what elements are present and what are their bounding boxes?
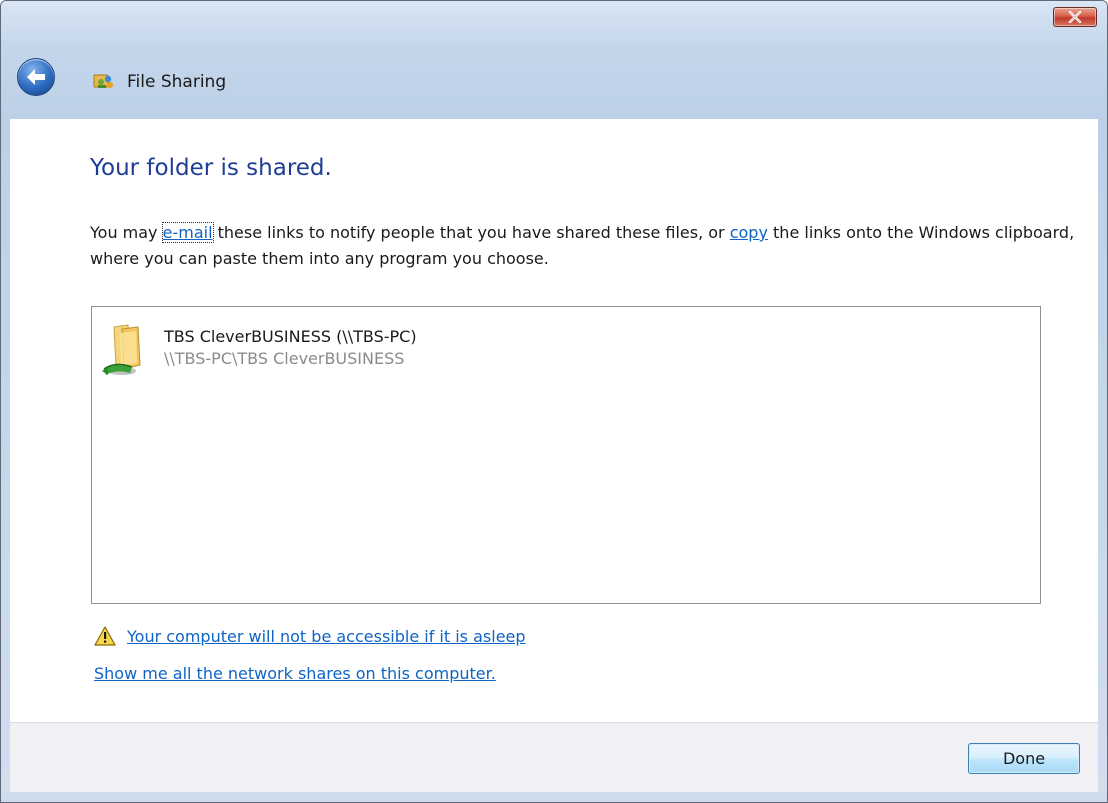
share-instructions: You may e-mail these links to notify peo… (90, 220, 1080, 272)
shared-folder-icon (102, 324, 141, 375)
file-sharing-window: File Sharing Your folder is shared. You … (0, 0, 1108, 803)
email-link[interactable]: e-mail (161, 222, 214, 243)
back-arrow-icon (27, 69, 45, 85)
close-icon (1068, 11, 1082, 23)
sleep-warning-link[interactable]: Your computer will not be accessible if … (127, 627, 526, 646)
instructions-text-2: these links to notify people that you ha… (212, 223, 730, 242)
close-button[interactable] (1053, 7, 1097, 27)
sleep-warning-row: Your computer will not be accessible if … (94, 624, 526, 648)
warning-icon (94, 626, 116, 646)
share-name: TBS CleverBUSINESS (\\TBS-PC) (164, 327, 417, 346)
window-frame-right (1098, 119, 1107, 802)
file-sharing-icon (93, 74, 113, 88)
shared-items-list: TBS CleverBUSINESS (\\TBS-PC) \\TBS-PC\T… (91, 306, 1041, 604)
dialog-footer: Done (10, 722, 1098, 793)
page-heading: Your folder is shared. (90, 155, 332, 181)
window-frame-bottom (1, 792, 1107, 802)
instructions-text-1: You may (90, 223, 163, 242)
done-button[interactable]: Done (968, 743, 1080, 774)
dialog-content: Your folder is shared. You may e-mail th… (10, 119, 1098, 722)
window-title: File Sharing (127, 72, 227, 92)
copy-link[interactable]: copy (730, 223, 768, 242)
share-path: \\TBS-PC\TBS CleverBUSINESS (164, 349, 405, 368)
window-frame-left (1, 119, 10, 802)
list-item[interactable]: TBS CleverBUSINESS (\\TBS-PC) \\TBS-PC\T… (100, 323, 520, 383)
title-bar: File Sharing (1, 1, 1107, 119)
network-shares-link[interactable]: Show me all the network shares on this c… (94, 664, 496, 683)
back-button[interactable] (17, 58, 55, 96)
